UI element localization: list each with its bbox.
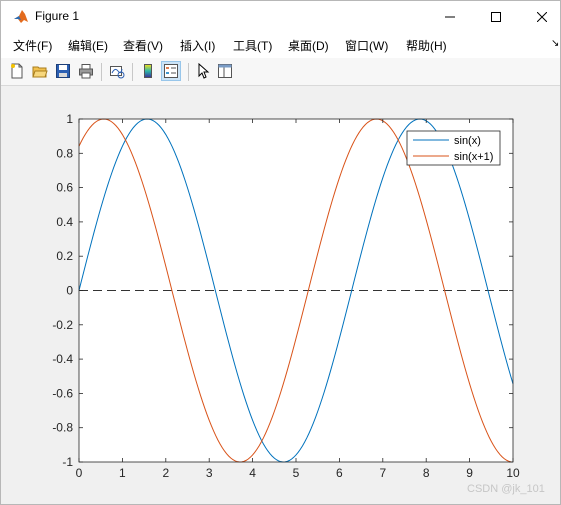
new-figure-button[interactable]	[7, 61, 27, 81]
legend-label-1: sin(x)	[454, 135, 481, 147]
y-tick-label: -0.2	[52, 318, 73, 332]
save-button[interactable]	[53, 61, 73, 81]
menu-view[interactable]: 查看(V)	[123, 37, 163, 54]
toolbar	[1, 58, 560, 86]
new-figure-icon	[11, 63, 23, 79]
menu-tools[interactable]: 工具(T)	[233, 37, 272, 54]
watermark-text: CSDN @jk_101	[467, 483, 545, 495]
y-tick-label: -1	[62, 455, 73, 469]
menu-help[interactable]: 帮助(H)	[406, 37, 447, 54]
y-tick-label: 1	[66, 112, 73, 126]
insert-legend-icon	[164, 64, 178, 78]
edit-pointer-button[interactable]	[193, 61, 213, 81]
y-tick-label: -0.8	[52, 421, 73, 435]
maximize-icon	[491, 11, 501, 22]
dock-arrow-icon[interactable]: ↘	[551, 38, 559, 49]
figure-window: Figure 1 文件(F) 编辑(E) 查看(V) 插入(I) 工具(T) 桌…	[0, 0, 561, 505]
toolbar-separator	[188, 63, 189, 81]
close-icon	[537, 11, 547, 22]
print-button[interactable]	[76, 61, 96, 81]
edit-pointer-icon	[198, 63, 210, 79]
toolbar-separator	[101, 63, 102, 81]
y-tick-label: 0.4	[56, 215, 73, 229]
x-tick-label: 8	[423, 466, 430, 480]
open-file-icon	[32, 66, 48, 78]
x-tick-label: 1	[119, 466, 126, 480]
y-tick-label: 0	[66, 284, 73, 298]
y-tick-label: 0.6	[56, 181, 73, 195]
minimize-button[interactable]	[427, 1, 473, 32]
menu-window[interactable]: 窗口(W)	[345, 37, 388, 54]
menu-edit[interactable]: 编辑(E)	[68, 37, 108, 54]
x-tick-label: 0	[76, 466, 83, 480]
x-tick-label: 4	[249, 466, 256, 480]
line-plot[interactable]: 0 1 2 3 4 5 6 7 8 9 10 -1 -0.8 -0.6 -0.4 -0.2 0 0.2 0.4 0.6…	[1, 87, 560, 504]
property-inspector-button[interactable]	[215, 61, 235, 81]
legend-label-2: sin(x+1)	[454, 151, 493, 163]
x-tick-label: 7	[379, 466, 386, 480]
y-tick-label: -0.4	[52, 352, 73, 366]
close-button[interactable]	[519, 1, 561, 32]
save-icon	[56, 64, 70, 78]
window-title: Figure 1	[35, 9, 80, 23]
x-tick-label: 3	[206, 466, 213, 480]
x-tick-label: 6	[336, 466, 343, 480]
menu-desktop[interactable]: 桌面(D)	[288, 37, 329, 54]
title-bar[interactable]: Figure 1	[1, 1, 560, 32]
maximize-button[interactable]	[473, 1, 519, 32]
figure-canvas[interactable]: 0 1 2 3 4 5 6 7 8 9 10 -1 -0.8 -0.6 -0.4 -0.2 0 0.2 0.4 0.6…	[1, 87, 560, 504]
menu-insert[interactable]: 插入(I)	[180, 37, 215, 54]
insert-colorbar-button[interactable]	[138, 61, 158, 81]
property-inspector-icon	[218, 64, 232, 78]
link-plot-icon	[110, 66, 125, 79]
minimize-icon	[445, 16, 455, 17]
y-tick-label: 0.2	[56, 249, 73, 263]
toolbar-separator	[132, 63, 133, 81]
x-tick-label: 9	[466, 466, 473, 480]
print-icon	[79, 64, 93, 79]
x-tick-label: 10	[506, 466, 520, 480]
matlab-logo-icon	[13, 8, 29, 24]
menu-file[interactable]: 文件(F)	[13, 37, 52, 54]
open-file-button[interactable]	[30, 61, 50, 81]
link-plot-button[interactable]	[107, 61, 127, 81]
y-tick-label: 0.8	[56, 146, 73, 160]
y-tick-label: -0.6	[52, 386, 73, 400]
insert-colorbar-icon	[144, 64, 152, 78]
insert-legend-button[interactable]	[161, 61, 181, 81]
menu-bar: 文件(F) 编辑(E) 查看(V) 插入(I) 工具(T) 桌面(D) 窗口(W…	[1, 32, 560, 58]
x-tick-label: 5	[293, 466, 300, 480]
x-tick-label: 2	[162, 466, 169, 480]
